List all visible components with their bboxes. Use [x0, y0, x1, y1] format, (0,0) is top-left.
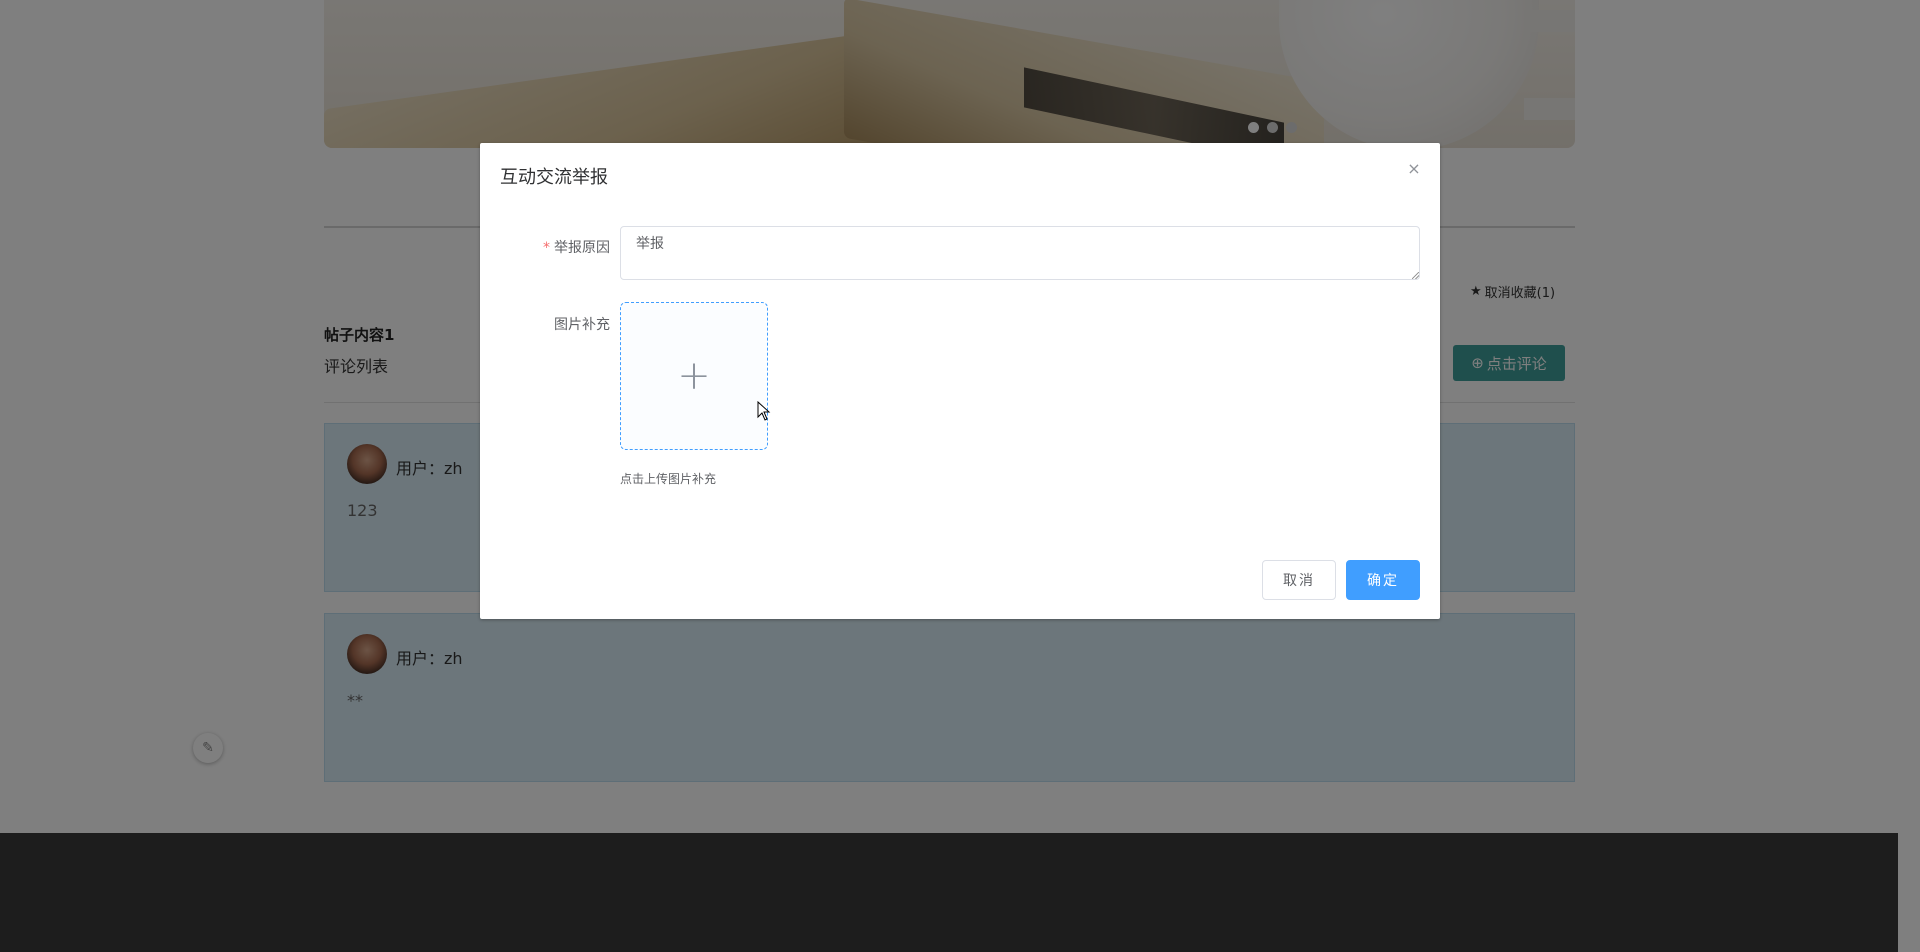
reason-label-text: 举报原因 [554, 240, 610, 256]
upload-tip: 点击上传图片补充 [620, 472, 717, 486]
mouse-cursor-icon [757, 401, 771, 421]
image-upload-button[interactable]: + [620, 302, 768, 450]
reason-label: * 举报原因 [543, 237, 610, 257]
report-reason-textarea[interactable] [620, 226, 1420, 280]
cancel-button[interactable]: 取消 [1262, 560, 1336, 600]
dialog-title: 互动交流举报 [500, 167, 608, 188]
close-icon[interactable]: × [1406, 161, 1422, 177]
image-label: 图片补充 [554, 317, 610, 333]
plus-icon: + [677, 353, 711, 399]
resize-handle-icon[interactable] [1412, 272, 1419, 279]
required-mark: * [543, 240, 550, 256]
report-dialog: 互动交流举报 × *举报原因 图片补充 + 点击上传图片补充 取消 确定 [480, 143, 1440, 619]
confirm-button[interactable]: 确定 [1346, 560, 1420, 600]
